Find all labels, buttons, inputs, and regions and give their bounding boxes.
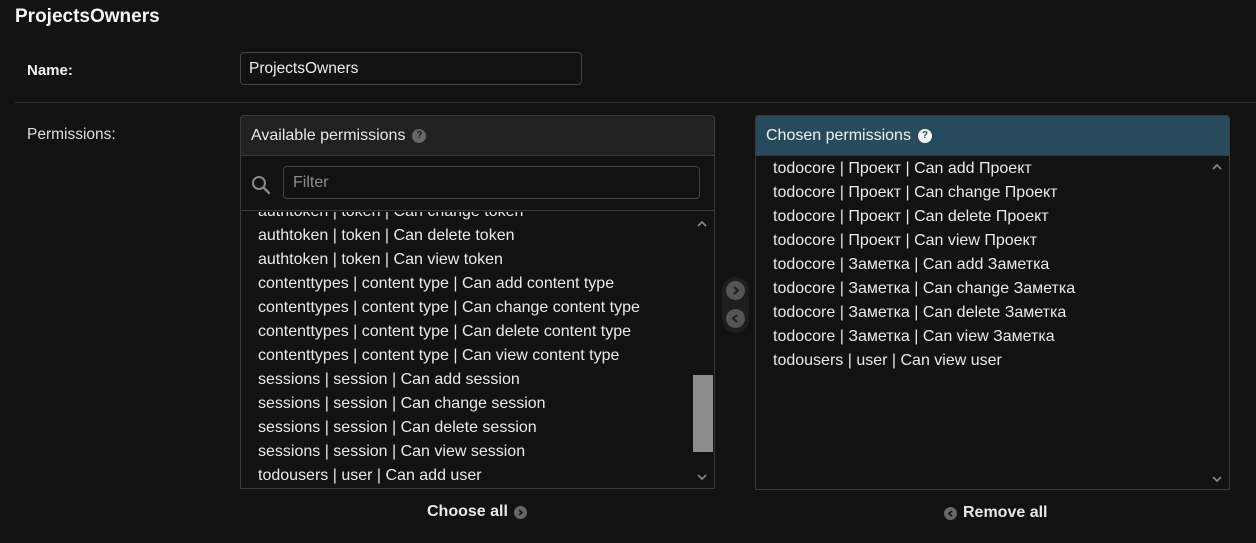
remove-button[interactable] [726,309,745,328]
list-item[interactable]: sessions | session | Can change session [258,392,640,416]
list-item[interactable]: contenttypes | content type | Can delete… [258,320,640,344]
list-item[interactable]: todousers | user | Can add user [258,464,640,488]
list-item[interactable]: todocore | Заметка | Can change Заметка [773,277,1075,301]
remove-all-link[interactable]: Remove all [944,504,1047,522]
list-item[interactable]: sessions | session | Can view session [258,440,640,464]
arrow-right-icon [733,286,740,295]
list-item[interactable]: sessions | session | Can add session [258,368,640,392]
arrow-left-icon [944,506,957,520]
choose-button[interactable] [726,281,745,300]
chevron-down-icon[interactable] [696,471,708,483]
list-item[interactable]: contenttypes | content type | Can add co… [258,272,640,296]
permissions-label: Permissions: [27,126,116,143]
chosen-permissions-box: Chosen permissions ? todocore | Проект |… [755,115,1230,490]
list-item[interactable]: todocore | Заметка | Can view Заметка [773,325,1075,349]
available-permissions-header: Available permissions ? [241,116,714,156]
list-item[interactable]: todocore | Проект | Can change Проект [773,181,1075,205]
chevron-up-icon[interactable] [1211,161,1223,173]
chevron-up-icon[interactable] [696,218,708,230]
help-icon: ? [917,128,932,143]
list-item[interactable]: contenttypes | content type | Can change… [258,296,640,320]
available-permissions-title: Available permissions [251,126,406,144]
filter-row [241,156,714,211]
arrow-right-icon [513,505,527,519]
selector-buttons [722,277,749,333]
list-item[interactable]: contenttypes | content type | Can view c… [258,344,640,368]
list-item[interactable]: todousers | user | Can view user [773,349,1075,373]
scroll-thumb[interactable] [693,375,713,452]
choose-all-label: Choose all [427,503,508,520]
filter-input[interactable] [283,166,700,199]
chosen-permissions-list[interactable]: todocore | Проект | Can add Проект todoco… [773,157,1075,373]
remove-all-label: Remove all [963,504,1048,521]
chosen-permissions-title: Chosen permissions [766,126,911,144]
list-item[interactable]: authtoken | token | Can view token [258,248,640,272]
list-item[interactable]: todocore | Заметка | Can delete Заметка [773,301,1075,325]
list-item[interactable]: authtoken | token | Can change token [258,212,640,224]
divider [15,102,1256,103]
list-item[interactable]: todocore | Проект | Can view Проект [773,229,1075,253]
available-scrollbar[interactable] [692,212,714,488]
chosen-scrollbar[interactable] [1207,157,1229,489]
arrow-left-icon [731,314,738,323]
page-title: ProjectsOwners [15,6,160,27]
list-item[interactable]: sessions | session | Can delete session [258,416,640,440]
help-icon: ? [412,128,427,143]
chosen-permissions-header: Chosen permissions ? [756,116,1229,156]
available-permissions-box: Available permissions ? authtoken | toke… [240,115,715,489]
list-item[interactable]: todocore | Проект | Can add Проект [773,157,1075,181]
list-item[interactable]: todocore | Заметка | Can add Заметка [773,253,1075,277]
name-label: Name: [27,62,73,79]
available-permissions-list[interactable]: authtoken | token | Can change tokenauth… [241,212,693,488]
choose-all-link[interactable]: Choose all [427,503,527,521]
list-item[interactable]: authtoken | token | Can delete token [258,224,640,248]
name-input[interactable] [240,52,582,85]
search-icon [252,176,271,195]
list-item[interactable]: todocore | Проект | Can delete Проект [773,205,1075,229]
chevron-down-icon[interactable] [1211,473,1223,485]
